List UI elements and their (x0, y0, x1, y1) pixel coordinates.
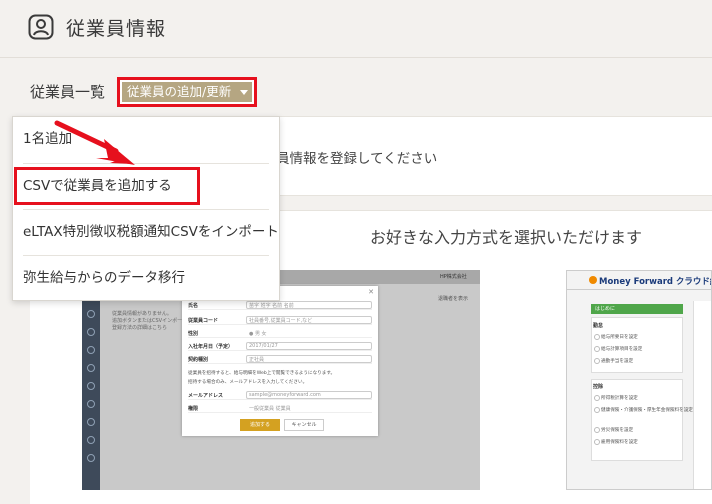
money-forward-logo: Money Forward クラウド給与 (589, 275, 711, 287)
add-update-employee-button[interactable]: 従業員の追加/更新 (117, 77, 257, 107)
preview-nav-icon (87, 454, 95, 462)
preview-company-name: HP株式会社 (440, 274, 467, 280)
preview-form-row: 権限 一般従業員 従業員 (188, 403, 372, 413)
close-icon: ✕ (368, 288, 374, 296)
preview-panel (591, 317, 683, 373)
preview-item: 給与計算項目を設定 (593, 346, 643, 352)
preview-add-button: 追加する (240, 419, 280, 431)
manual-entry-preview[interactable]: HP株式会社 従業員情報がありません。 追加ボタンまたはCSVインポートで 登録… (82, 270, 480, 490)
preview-item: 健康保険・介護保険・厚生年金保険料を設定 (594, 407, 693, 413)
preview-item: 所得税計算を設定 (594, 395, 638, 401)
preview-nav-icon (87, 400, 95, 408)
preview-note: 追加ボタンまたはCSVインポートで (112, 318, 193, 324)
caret-down-icon (240, 90, 248, 95)
input-method-heading: お好きな入力方式を選択いただけます (370, 228, 643, 247)
preview-form-row: 入社年月日（予定） 2017/01/27 (188, 341, 372, 351)
preview-item: 通勤手当を設定 (593, 358, 634, 364)
menu-item-add-one[interactable]: 1名追加 (13, 117, 281, 162)
preview-right-pane (693, 301, 711, 489)
preview-form-row: 契約種別 正社員 (188, 354, 372, 364)
preview-modal: ✕ 氏名 苗字 姓字 名前 名前 従業員コード 社員番号,従業員コード,など 性別 ●… (182, 286, 378, 436)
preview-item: 給与所要日を設定 (594, 334, 638, 340)
preview-form-row: 従業員コード 社員番号,従業員コード,など (188, 315, 372, 325)
preview-intro-bar: はじめに (591, 304, 683, 314)
preview-invite-message: 招待する場合のみ、メールアドレスを入力してください。 (188, 380, 308, 385)
preview-item: 労災保険を設定 (593, 427, 634, 433)
csv-add-highlight (14, 167, 200, 205)
preview-section-label: 勤怠 (593, 323, 604, 329)
menu-item-yayoi-migration[interactable]: 弥生給与からのデータ移行 (13, 256, 281, 301)
preview-note: 登録方法の詳細はこちら (112, 325, 168, 331)
preview-item: 雇用保険料を設定 (594, 439, 638, 445)
preview-section-label: 控除 (593, 384, 604, 390)
page-header: 従業員情報 (0, 0, 712, 58)
logo-mark-icon (589, 276, 597, 284)
preview-form-row: 性別 ● 男 女 (188, 328, 372, 338)
preview-form-row: 氏名 苗字 姓字 名前 名前 (188, 300, 372, 310)
preview-nav-icon (87, 418, 95, 426)
add-update-employee-label: 従業員の追加/更新 (127, 84, 232, 99)
preview-side-note: 退職者を表示 (438, 296, 469, 302)
page-title: 従業員情報 (66, 18, 167, 40)
preview-cancel-button: キャンセル (284, 419, 324, 431)
preview-nav-icon (87, 382, 95, 390)
cloud-payroll-preview[interactable]: Money Forward クラウド給与 はじめに 勤怠 給与所要日を設定 給与… (566, 270, 712, 490)
preview-form-row: メールアドレス sample@moneyforward.com (188, 390, 372, 400)
preview-nav-icon (87, 310, 95, 318)
user-icon (28, 14, 54, 40)
preview-invite-message: 従業員を招待すると、給与明細をWeb上で閲覧できるようになります。 (188, 371, 336, 376)
preview-nav-icon (87, 346, 95, 354)
preview-sidebar (82, 270, 100, 490)
menu-item-eltax-import[interactable]: eLTAX特別徴収税額通知CSVをインポート (13, 210, 281, 255)
add-employee-dropdown-menu: 1名追加 CSVで従業員を追加する eLTAX特別徴収税額通知CSVをインポート… (12, 116, 280, 301)
section-title: 従業員一覧 (30, 83, 106, 101)
preview-panel (591, 379, 683, 461)
preview-nav-icon (87, 436, 95, 444)
preview-note: 従業員情報がありません。 (112, 311, 172, 317)
notice-text: 員情報を登録してください (276, 151, 438, 167)
preview-nav-icon (87, 364, 95, 372)
preview-nav-icon (87, 328, 95, 336)
